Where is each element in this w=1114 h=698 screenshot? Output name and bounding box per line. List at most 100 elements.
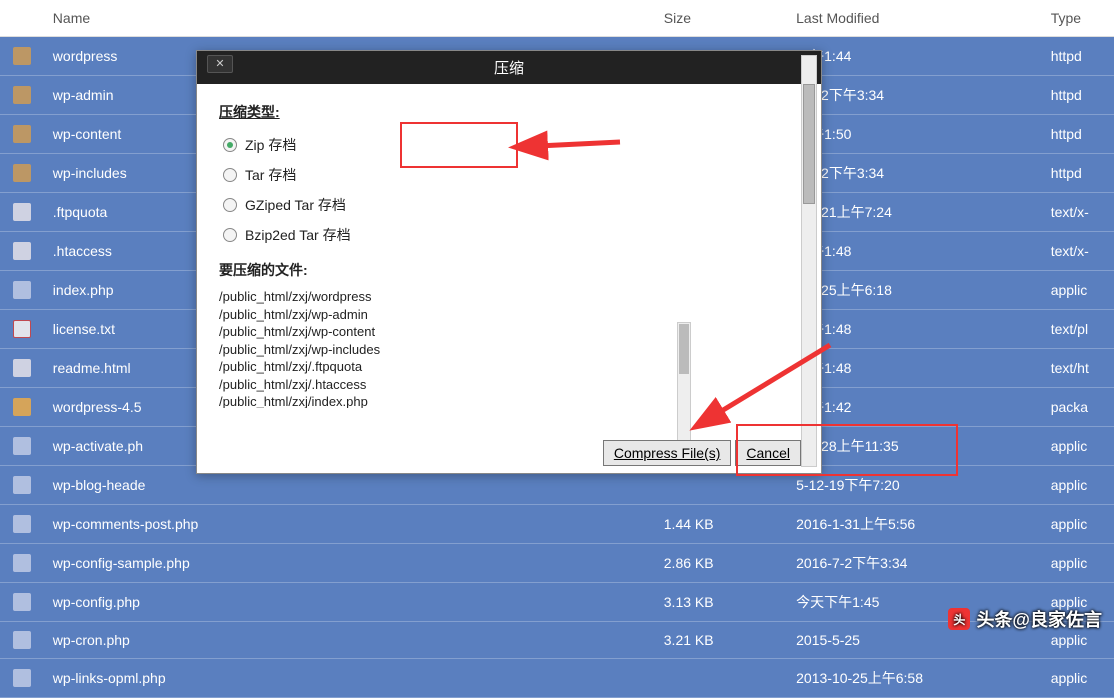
radio-icon [223, 138, 237, 152]
file-modified: 6-1-28上午11:35 [788, 427, 1043, 466]
col-icon-header [0, 0, 45, 37]
watermark-text: 头条@良家佐言 [976, 606, 1102, 632]
table-row[interactable]: wp-cron.php3.21 KB2015-5-25applic [0, 622, 1114, 659]
inner-scrollbar[interactable] [677, 322, 691, 442]
radio-bzip2[interactable]: Bzip2ed Tar 存档 [219, 220, 799, 250]
radio-tar[interactable]: Tar 存档 [219, 160, 799, 190]
file-type: applic [1043, 544, 1114, 583]
file-modified: 6-7-2下午3:34 [788, 154, 1043, 193]
file-type: httpd [1043, 154, 1114, 193]
file-icon [13, 359, 31, 377]
file-icon [13, 515, 31, 533]
file-path: /public_html/zxj/wp-includes [219, 341, 799, 359]
file-modified: 下午1:48 [788, 349, 1043, 388]
file-name: wp-comments-post.php [45, 505, 656, 544]
file-type: applic [1043, 427, 1114, 466]
radio-bzip2-label: Bzip2ed Tar 存档 [245, 225, 351, 245]
file-type: applic [1043, 505, 1114, 544]
file-type: applic [1043, 271, 1114, 310]
file-icon [13, 203, 31, 221]
file-type: text/x- [1043, 193, 1114, 232]
file-icon [13, 242, 31, 260]
file-name: wp-cron.php [45, 622, 656, 659]
file-icon [13, 164, 31, 182]
file-size: 2.86 KB [656, 544, 788, 583]
file-type: text/ht [1043, 349, 1114, 388]
file-modified: 7-4-21上午7:24 [788, 193, 1043, 232]
table-row[interactable]: wp-links-opml.php 2013-10-25上午6:58applic [0, 659, 1114, 698]
radio-gzip-label: GZiped Tar 存档 [245, 195, 346, 215]
file-modified: 2016-7-2下午3:34 [788, 544, 1043, 583]
file-icon [13, 320, 31, 338]
col-type-header[interactable]: Type [1043, 0, 1114, 37]
file-icon [13, 398, 31, 416]
watermark-logo-icon: 头 [948, 608, 970, 630]
compress-button[interactable]: Compress File(s) [603, 440, 732, 466]
file-modified: 3-9-25上午6:18 [788, 271, 1043, 310]
file-type: text/x- [1043, 232, 1114, 271]
file-modified: 2016-1-31上午5:56 [788, 505, 1043, 544]
file-modified: 6-7-2下午3:34 [788, 76, 1043, 115]
radio-icon [223, 228, 237, 242]
files-to-compress-label: 要压缩的文件: [219, 260, 799, 280]
radio-icon [223, 168, 237, 182]
dialog-title: 压缩 [494, 60, 524, 77]
file-type: httpd [1043, 76, 1114, 115]
dialog-scrollbar[interactable] [801, 55, 817, 467]
file-path: /public_html/zxj/.htaccess [219, 376, 799, 394]
file-icon [13, 47, 31, 65]
file-icon [13, 554, 31, 572]
file-size [656, 659, 788, 698]
compress-dialog: ✕ 压缩 压缩类型: Zip 存档 Tar 存档 GZiped Tar 存档 B… [196, 50, 822, 474]
cancel-button[interactable]: Cancel [735, 440, 801, 466]
file-size: 3.21 KB [656, 622, 788, 659]
file-type: applic [1043, 466, 1114, 505]
radio-icon [223, 198, 237, 212]
file-size: 1.44 KB [656, 505, 788, 544]
watermark: 头 头条@良家佐言 [948, 606, 1102, 632]
radio-zip-label: Zip 存档 [245, 135, 296, 155]
file-path: /public_html/zxj/wp-admin [219, 306, 799, 324]
file-icon [13, 437, 31, 455]
file-modified: 下午1:48 [788, 310, 1043, 349]
file-name: wp-config.php [45, 583, 656, 622]
file-icon [13, 476, 31, 494]
file-modified: 下午1:42 [788, 388, 1043, 427]
file-size: 3.13 KB [656, 583, 788, 622]
file-modified: 5-12-19下午7:20 [788, 466, 1043, 505]
file-type: packa [1043, 388, 1114, 427]
col-size-header[interactable]: Size [656, 0, 788, 37]
radio-tar-label: Tar 存档 [245, 165, 296, 185]
col-name-header[interactable]: Name [45, 0, 656, 37]
file-icon [13, 669, 31, 687]
file-name: wp-links-opml.php [45, 659, 656, 698]
file-icon [13, 86, 31, 104]
file-icon [13, 631, 31, 649]
file-path: /public_html/zxj/.ftpquota [219, 358, 799, 376]
file-path: /public_html/zxj/wp-content [219, 323, 799, 341]
file-modified: 下午1:44 [788, 37, 1043, 76]
file-name: wp-config-sample.php [45, 544, 656, 583]
table-row[interactable]: wp-config.php3.13 KB今天下午1:45applic [0, 583, 1114, 622]
file-path: /public_html/zxj/wordpress [219, 288, 799, 306]
file-icon [13, 125, 31, 143]
files-list: /public_html/zxj/wordpress/public_html/z… [219, 288, 799, 408]
file-type: httpd [1043, 37, 1114, 76]
close-icon[interactable]: ✕ [207, 55, 233, 73]
table-row[interactable]: wp-config-sample.php2.86 KB2016-7-2下午3:3… [0, 544, 1114, 583]
file-path: /public_html/zxj/index.php [219, 393, 799, 408]
file-modified: 下午1:50 [788, 115, 1043, 154]
file-icon [13, 593, 31, 611]
compress-type-label: 压缩类型: [219, 102, 799, 122]
inner-scroll-thumb[interactable] [679, 324, 689, 374]
radio-gzip[interactable]: GZiped Tar 存档 [219, 190, 799, 220]
radio-zip[interactable]: Zip 存档 [219, 130, 799, 160]
dialog-scroll-thumb[interactable] [803, 84, 815, 204]
file-type: applic [1043, 659, 1114, 698]
file-modified: 下午1:48 [788, 232, 1043, 271]
file-icon [13, 281, 31, 299]
table-row[interactable]: wp-comments-post.php1.44 KB2016-1-31上午5:… [0, 505, 1114, 544]
col-modified-header[interactable]: Last Modified [788, 0, 1043, 37]
file-modified: 2013-10-25上午6:58 [788, 659, 1043, 698]
file-type: text/pl [1043, 310, 1114, 349]
